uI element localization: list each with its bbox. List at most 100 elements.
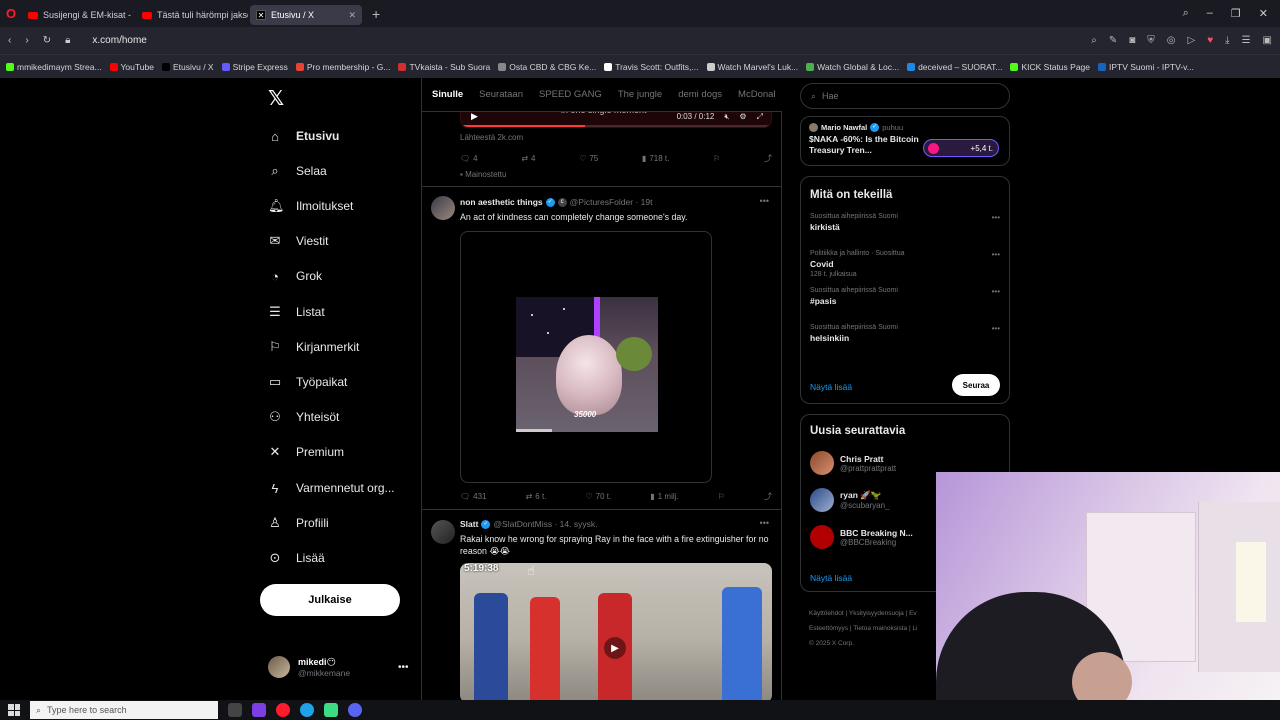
bookmark-item[interactable]: IPTV Suomi - IPTV-v... [1098,62,1194,72]
app-icon[interactable] [252,703,266,717]
bookmark-item[interactable]: deceived – SUORAT... [907,62,1002,72]
close-icon[interactable]: ✕ [348,10,356,21]
post-button[interactable]: Julkaise [260,584,400,616]
timeline-tab[interactable]: The jungle [618,89,662,100]
bookmark-item[interactable]: Watch Marvel's Luk... [706,62,798,72]
browser-tab-3[interactable]: ✕ Etusivu / X ✕ [250,5,362,25]
camera-icon[interactable]: ◙ [1129,35,1135,46]
more-dots-icon[interactable]: ••• [992,324,1000,333]
sidebar-item-2[interactable]: 🔔︎ Ilmoitukset [268,196,353,216]
shield-icon[interactable]: ⛨ [1147,35,1155,46]
sidebar-item-10[interactable]: ϟ Varmennetut org... [268,478,395,498]
close-icon[interactable]: ✕ [1259,7,1268,20]
task-view-icon[interactable] [228,703,242,717]
follow-suggestion[interactable]: Chris Pratt @prattprattpratt [810,451,896,475]
footer-line[interactable]: Esteettömyys | Tietoa mainoksista | Li [809,621,939,636]
edit-icon[interactable]: ✎ [1109,35,1117,46]
tweet-video[interactable]: 35000 [460,231,712,483]
avatar[interactable] [431,196,455,220]
reload-icon[interactable]: ↻ [43,35,51,46]
search-input[interactable] [822,91,983,101]
sidebar-item-0[interactable]: ⌂ Etusivu [268,126,339,146]
timeline-tab[interactable]: Seurataan [479,89,523,100]
download-icon[interactable]: ⤓ [1225,35,1229,46]
bookmark-item[interactable]: Stripe Express [221,62,288,72]
wallet-icon[interactable]: ▣ [1263,35,1272,46]
bookmark-item[interactable]: KICK Status Page [1010,62,1090,72]
tweet-author-name[interactable]: Slatt [460,519,478,529]
bookmark-item[interactable]: Watch Global & Loc... [806,62,899,72]
heart-icon[interactable]: ♥ [1207,35,1213,46]
opera-icon[interactable] [276,703,290,717]
search-icon[interactable]: ⌕ [1091,35,1097,46]
bookmark-item[interactable]: Osta CBD & CBG Ke... [498,62,596,72]
repost-button[interactable]: ⇄ 4 [521,154,535,163]
sidebar-item-8[interactable]: ⚇ Yhteisöt [268,407,339,427]
bookmark-item[interactable]: mmikedimaym Strea... [6,62,102,72]
play-icon[interactable]: ▷ [1188,35,1196,46]
ad-source[interactable]: Lähteestä 2k.com [460,133,523,142]
app-icon[interactable] [324,703,338,717]
trend-item[interactable]: Suosittua aihepiirissä Suomi kirkistä ••• [810,213,1000,232]
sidebar-item-9[interactable]: ✕ Premium [268,442,344,462]
search-box[interactable]: ⌕ [800,83,1010,109]
url-field[interactable]: x.com/home [92,35,146,46]
reply-button[interactable]: 🗨︎ 431 [460,492,487,501]
timeline-tab[interactable]: demi dogs [678,89,722,100]
trend-item[interactable]: Suosittua aihepiirissä Suomi #pasis ••• [810,287,1000,306]
edge-icon[interactable] [300,703,314,717]
avatar[interactable] [431,520,455,544]
tweet-video[interactable]: 5:19:38 ▶ [460,563,772,700]
maximize-icon[interactable]: ❐ [1231,7,1241,20]
x-logo-icon[interactable]: 𝕏 [268,86,284,111]
reply-button[interactable]: 🗨︎ 4 [460,154,478,163]
sidebar-item-4[interactable]: ◔ Grok [268,266,322,286]
timeline-tab[interactable]: SPEED GANG [539,89,602,100]
repost-button[interactable]: ⇄ 6 t. [526,492,547,501]
more-dots-icon[interactable]: ••• [760,196,769,206]
views-button[interactable]: ▮ 1 milj. [650,492,678,501]
sidebar-item-1[interactable]: ⌕ Selaa [268,161,326,181]
discord-icon[interactable] [348,703,362,717]
share-button[interactable]: ⤴ [764,491,772,502]
sidebar-item-12[interactable]: ⊙ Lisää [268,548,325,568]
browser-tab-2[interactable]: Tästä tuli härömpi jakso! I [136,5,248,25]
more-dots-icon[interactable]: ••• [398,662,409,673]
play-icon[interactable]: ▶ [471,111,478,122]
follow-suggestion[interactable]: BBC Breaking N... @BBCBreaking [810,525,913,549]
browser-tab-1[interactable]: Susijengi & EM-kisat - You [22,5,134,25]
new-tab-icon[interactable]: + [364,6,388,22]
more-dots-icon[interactable]: ••• [992,250,1000,259]
tweet-author-name[interactable]: non aesthetic things [460,197,543,207]
bookmark-item[interactable]: Travis Scott: Outfits,... [604,62,699,72]
sidebar-item-11[interactable]: ♙ Profiili [268,513,329,533]
tweet-author-handle[interactable]: @PicturesFolder · 19t [570,197,653,207]
views-button[interactable]: ▮ 718 t. [642,154,669,163]
bookmark-item[interactable]: Pro membership - G... [295,62,390,72]
more-dots-icon[interactable]: ••• [992,213,1000,222]
play-icon[interactable]: ▶ [604,637,626,659]
forward-icon[interactable]: › [25,35,28,46]
sidebar-item-7[interactable]: ▭ Työpaikat [268,372,348,392]
timeline-tab[interactable]: Sinulle [432,89,463,100]
share-button[interactable]: ⤴ [764,153,772,164]
bookmark-item[interactable]: TVkaista - Sub Suora [398,62,490,72]
fullscreen-icon[interactable]: ⤢ [757,112,763,122]
trend-item[interactable]: Politiikka ja hallinto · Suosittua Covid 1… [810,250,1000,278]
tweet-author-handle[interactable]: @SlatDontMiss · 14. syysk. [493,519,597,529]
bookmark-button[interactable]: ⚐ [713,154,720,163]
gear-icon[interactable]: ⚙ [739,112,746,122]
follow-show-more-link[interactable]: Näytä lisää [810,573,852,583]
footer-line[interactable]: Käyttöehdot | Yksityisyydensuoja | Ev [809,606,939,621]
like-button[interactable]: ♡ 70 t. [586,492,612,501]
vpn-icon[interactable]: ◎ [1167,35,1176,46]
opera-logo-icon[interactable]: O [0,0,22,27]
mute-icon[interactable]: 🔇︎ [724,112,729,122]
search-icon[interactable]: ⌕ [1183,7,1189,20]
minimize-icon[interactable]: – [1207,7,1213,20]
live-listeners-pill[interactable]: +5,4 t. [923,139,999,157]
back-icon[interactable]: ‹ [8,35,11,46]
timeline-tab[interactable]: McDonal [738,89,776,100]
bookmark-button[interactable]: ⚐ [718,492,725,501]
trend-item[interactable]: Suosittua aihepiirissä Suomi helsinkiin ••… [810,324,1000,343]
